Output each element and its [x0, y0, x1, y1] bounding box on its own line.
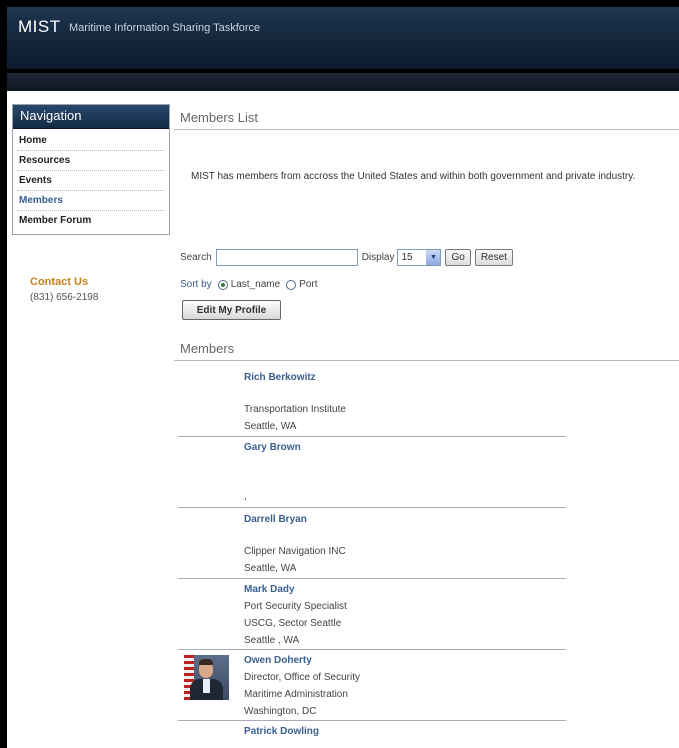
member-location: Seattle, WA [244, 421, 297, 432]
window-frame-left [0, 0, 7, 748]
member-row: Gary Brown , [178, 437, 566, 508]
search-label: Search [180, 252, 212, 263]
sort-option-last-name[interactable]: Last_name [231, 279, 280, 290]
header-subband [7, 73, 679, 91]
member-location: Seattle, WA [244, 563, 297, 574]
member-row: Patrick Dowling [178, 721, 566, 748]
search-bar: Search Display 15 ▼ Go Reset [180, 249, 513, 266]
nav-item-members[interactable]: Members [17, 191, 165, 211]
member-row: Mark Dady Port Security Specialist USCG,… [178, 579, 566, 650]
contact-block: Contact Us (831) 656-2198 [30, 276, 98, 303]
main-content: Members List [174, 104, 679, 130]
nav-item-events[interactable]: Events [17, 171, 165, 191]
contact-title: Contact Us [30, 276, 89, 288]
navigation-panel: Navigation Home Resources Events Members… [12, 104, 170, 235]
chevron-down-icon[interactable]: ▼ [426, 250, 441, 265]
site-logo[interactable]: MIST [18, 17, 61, 37]
member-name[interactable]: Mark Dady [244, 584, 295, 595]
edit-profile-button[interactable]: Edit My Profile [182, 300, 281, 320]
page-title: Members List [174, 104, 679, 130]
search-input[interactable] [215, 249, 358, 266]
display-count-value: 15 [401, 252, 413, 263]
member-row: Rich Berkowitz Transportation Institute … [178, 370, 566, 437]
member-name[interactable]: Rich Berkowitz [244, 372, 316, 383]
member-title: Port Security Specialist [244, 601, 347, 612]
member-row: Darrell Bryan Clipper Navigation INC Sea… [178, 508, 566, 579]
member-org: Transportation Institute [244, 404, 346, 415]
nav-item-member-forum[interactable]: Member Forum [17, 211, 165, 230]
sort-options: Sort by Last_name Port [180, 279, 324, 290]
sort-radio-port[interactable] [286, 279, 297, 290]
photo-shirt [203, 679, 210, 693]
site-header: MIST Maritime Information Sharing Taskfo… [7, 7, 679, 73]
display-label: Display [361, 252, 395, 263]
member-title: Director, Office of Security [244, 672, 360, 683]
member-name[interactable]: Gary Brown [244, 442, 301, 453]
nav-item-home[interactable]: Home [17, 131, 165, 151]
go-button[interactable]: Go [445, 249, 471, 266]
display-count-select[interactable]: 15 ▼ [397, 249, 442, 266]
window-frame-top [0, 0, 679, 7]
site-tagline: Maritime Information Sharing Taskforce [69, 22, 261, 34]
intro-text: MIST has members from accross the United… [191, 171, 636, 182]
member-name[interactable]: Owen Doherty [244, 655, 312, 666]
navigation-list: Home Resources Events Members Member For… [13, 129, 169, 234]
reset-button[interactable]: Reset [474, 249, 513, 266]
member-location: Washington, DC [244, 706, 317, 717]
member-org: USCG, Sector Seattle [244, 618, 342, 629]
member-location: , [244, 491, 247, 502]
member-org: Maritime Administration [244, 689, 348, 700]
sort-label: Sort by [180, 279, 212, 290]
member-name[interactable]: Darrell Bryan [244, 514, 307, 525]
sort-option-port[interactable]: Port [299, 279, 317, 290]
member-photo [184, 655, 229, 700]
navigation-title: Navigation [13, 105, 169, 129]
sort-radio-last-name[interactable] [217, 279, 228, 290]
member-location: Seattle , WA [244, 635, 300, 646]
photo-hair [199, 659, 213, 665]
nav-item-resources[interactable]: Resources [17, 151, 165, 171]
members-heading: Members [174, 337, 679, 361]
member-org: Clipper Navigation INC [244, 546, 346, 557]
contact-phone: (831) 656-2198 [30, 292, 99, 303]
member-name[interactable]: Patrick Dowling [244, 726, 319, 737]
member-row: Owen Doherty Director, Office of Securit… [178, 650, 566, 721]
